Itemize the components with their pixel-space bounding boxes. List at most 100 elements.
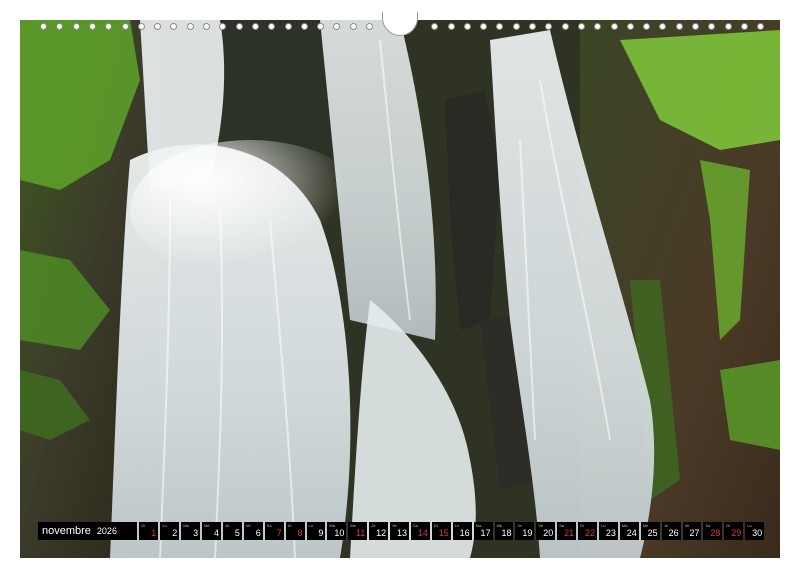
binding-ring xyxy=(333,23,341,30)
day-number: 25 xyxy=(647,528,658,538)
day-of-week: Di xyxy=(141,523,146,528)
day-of-week: Ma xyxy=(183,523,189,528)
binding-ring xyxy=(349,23,357,30)
binding-ring xyxy=(235,23,243,30)
day-cell: Ma 3 xyxy=(181,522,201,540)
day-number: 20 xyxy=(543,528,554,538)
day-of-week: Je xyxy=(517,523,522,528)
binding-ring xyxy=(366,23,373,30)
day-number: 17 xyxy=(480,528,491,538)
day-number: 24 xyxy=(626,528,637,538)
day-cell: Di 29 xyxy=(724,522,744,540)
day-cell: Ma 24 xyxy=(619,522,639,540)
day-of-week: Di xyxy=(580,523,584,528)
day-cell: Di 22 xyxy=(578,522,598,540)
day-cell: Me 4 xyxy=(202,522,221,540)
day-cell: Lu 9 xyxy=(306,522,326,540)
day-number: 8 xyxy=(297,528,303,538)
day-of-week: Me xyxy=(204,523,210,528)
day-number: 18 xyxy=(501,528,512,538)
binding-ring xyxy=(561,23,569,30)
day-of-week: Di xyxy=(726,523,731,528)
binding-ring xyxy=(594,23,602,30)
day-of-week: Je xyxy=(371,523,376,528)
binding-ring xyxy=(626,23,634,30)
binding-ring xyxy=(545,23,553,30)
day-of-week: Lu xyxy=(162,523,167,528)
day-cell: Di 1 xyxy=(139,522,159,540)
day-number: 22 xyxy=(585,528,596,538)
binding-ring xyxy=(154,23,162,30)
day-number: 13 xyxy=(396,528,407,538)
day-number: 15 xyxy=(438,528,449,538)
binding-ring xyxy=(121,23,129,30)
day-of-week: Lu xyxy=(308,523,313,528)
day-cell: Sa 14 xyxy=(411,522,430,540)
binding-ring xyxy=(170,23,178,30)
day-cell: Lu 30 xyxy=(745,522,765,540)
day-cell: Ve 27 xyxy=(682,522,702,540)
day-cell: Ve 6 xyxy=(243,522,263,540)
day-cell: Me 18 xyxy=(494,522,514,540)
binding-ring xyxy=(251,23,259,30)
day-number: 11 xyxy=(355,528,366,538)
day-cell: Ve 13 xyxy=(390,522,409,540)
day-cell: Sa 21 xyxy=(557,522,577,540)
day-cell: Sa 28 xyxy=(703,522,723,540)
day-cell: Je 12 xyxy=(369,522,389,540)
day-cell: Di 15 xyxy=(431,522,451,540)
day-number: 23 xyxy=(605,528,616,538)
month-year: 2026 xyxy=(96,526,117,536)
spiral-binding xyxy=(0,0,800,36)
day-number: 9 xyxy=(318,528,324,538)
binding-ring xyxy=(431,23,439,30)
month-label: novembre 2026 xyxy=(38,522,138,540)
day-number: 30 xyxy=(752,528,763,538)
day-cell: Je 19 xyxy=(515,522,535,540)
binding-ring xyxy=(203,23,210,30)
day-number: 12 xyxy=(376,528,387,538)
binding-ring xyxy=(757,23,765,30)
binding-ring xyxy=(463,23,471,30)
calendar-page: novembre 2026 Di 1 Lu 2 Ma 3 Me 4 Je 5 Ve 6 Sa 7 Di 8 Lu… xyxy=(0,0,800,577)
day-of-week: Lu xyxy=(601,523,606,528)
month-name: novembre xyxy=(42,525,91,537)
day-of-week: Je xyxy=(663,523,668,528)
day-cell: Ve 20 xyxy=(536,522,556,540)
binding-ring xyxy=(137,23,145,30)
waterfall-photo xyxy=(20,20,780,558)
binding-ring xyxy=(447,23,455,30)
day-number: 3 xyxy=(193,528,199,538)
day-number: 7 xyxy=(276,528,282,538)
binding-ring xyxy=(40,23,47,30)
binding-ring xyxy=(659,23,667,30)
binding-ring xyxy=(284,23,292,30)
calendar-strip: novembre 2026 Di 1 Lu 2 Ma 3 Me 4 Je 5 Ve 6 Sa 7 Di 8 Lu… xyxy=(38,522,765,540)
day-number: 21 xyxy=(564,528,575,538)
day-number: 2 xyxy=(172,528,178,538)
day-cell: Lu 2 xyxy=(160,522,180,540)
binding-ring xyxy=(708,23,716,30)
binding-ring xyxy=(105,23,113,30)
day-of-week: Lu xyxy=(454,523,460,528)
day-number: 5 xyxy=(234,528,240,538)
day-cell: Je 26 xyxy=(661,522,681,540)
day-of-week: Di xyxy=(287,523,292,528)
day-of-week: Ve xyxy=(245,523,251,528)
day-number: 26 xyxy=(668,528,679,538)
day-number: 4 xyxy=(213,528,219,538)
waterfall-illustration xyxy=(20,20,780,558)
binding-ring xyxy=(740,23,748,30)
day-of-week: Lu xyxy=(747,523,752,528)
binding-ring xyxy=(643,23,651,30)
day-cell: Sa 7 xyxy=(264,522,284,540)
binding-ring xyxy=(692,23,699,30)
day-of-week: Je xyxy=(224,523,230,528)
binding-ring xyxy=(72,23,80,30)
day-number: 28 xyxy=(710,528,721,538)
day-number: 10 xyxy=(334,528,345,538)
binding-ring xyxy=(675,23,683,30)
binding-ring xyxy=(300,23,308,30)
day-cell: Lu 16 xyxy=(452,522,472,540)
day-number: 1 xyxy=(151,528,157,538)
